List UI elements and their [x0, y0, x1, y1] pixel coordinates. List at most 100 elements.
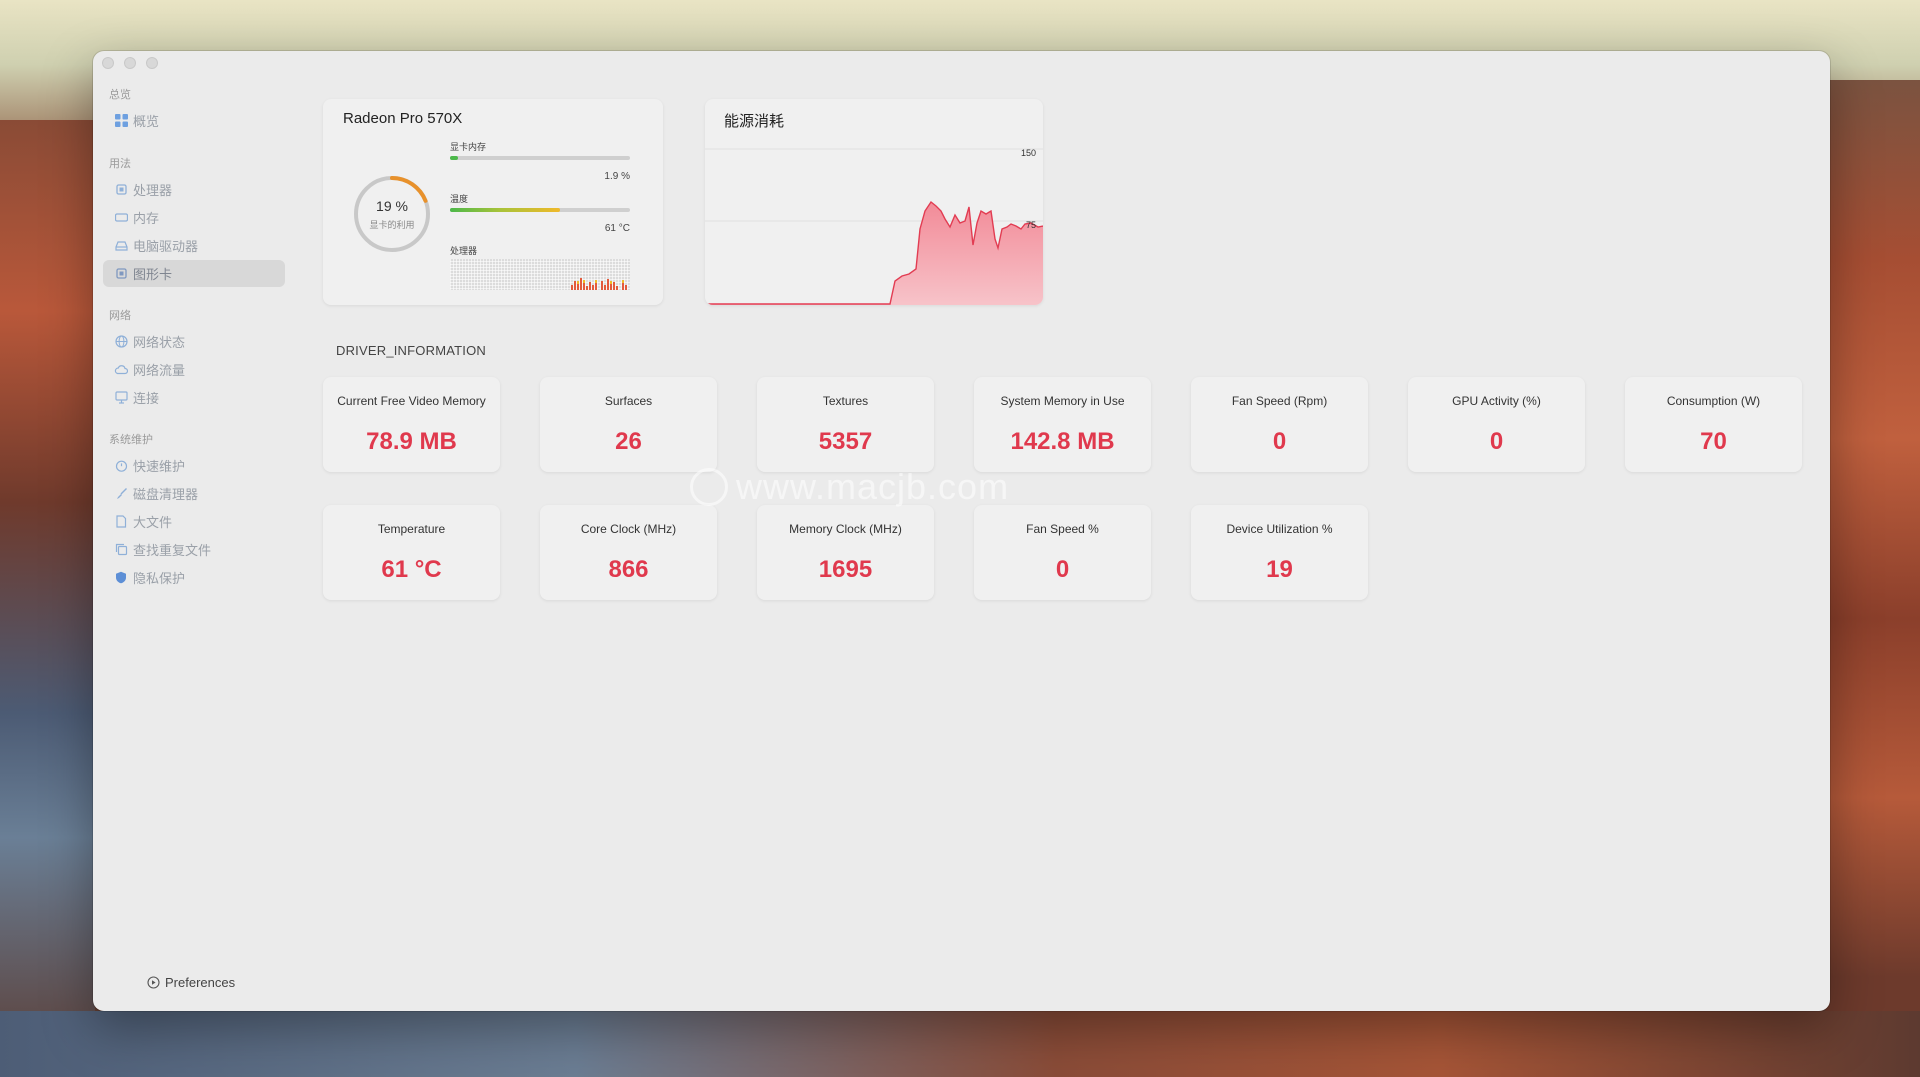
gpu-memory-bar-fill	[450, 156, 458, 160]
stat-label: Surfaces	[604, 393, 653, 408]
sidebar-item-disk-cleaner[interactable]: 磁盘清理器	[103, 480, 285, 507]
stat-value: 19	[1266, 556, 1293, 583]
stat-label: Memory Clock (MHz)	[789, 521, 902, 536]
sidebar-item-label: 图形卡	[133, 267, 173, 282]
file-icon	[113, 515, 129, 528]
sidebar-item-graphics-card[interactable]: 图形卡	[103, 260, 285, 287]
gpu-utilization-label: 显卡的利用	[369, 220, 415, 230]
gpu-processor-label: 处理器	[450, 246, 478, 256]
stat-card-system-memory: System Memory in Use 142.8 MB	[974, 377, 1151, 472]
stat-value: 866	[608, 556, 649, 583]
sidebar-item-connections[interactable]: 连接	[103, 384, 285, 411]
duplicate-icon	[113, 543, 129, 556]
stat-label: Temperature	[377, 521, 446, 536]
stat-label: Fan Speed (Rpm)	[1231, 393, 1328, 408]
energy-chart: 150 75	[705, 148, 1043, 305]
sidebar-item-quick-maintenance[interactable]: 快速维护	[103, 452, 285, 479]
stat-label: GPU Activity (%)	[1452, 393, 1541, 408]
gpu-icon	[113, 267, 129, 280]
energy-tick-high: 150	[1021, 148, 1036, 158]
stat-card-gpu-activity: GPU Activity (%) 0	[1408, 377, 1585, 472]
stat-label: Fan Speed %	[1026, 521, 1099, 536]
sidebar-item-overview[interactable]: 概览	[103, 107, 285, 134]
stat-label: Textures	[822, 393, 869, 408]
gpu-temperature-bar	[450, 208, 630, 212]
sidebar-section-overview: 总览	[109, 89, 131, 101]
sidebar-item-privacy[interactable]: 隐私保护	[103, 564, 285, 591]
driver-information-heading: DRIVER_INFORMATION	[336, 343, 486, 358]
preferences-icon	[147, 976, 160, 989]
stat-card-temperature: Temperature 61 °C	[323, 505, 500, 600]
sidebar-item-label: 处理器	[133, 183, 173, 198]
watermark-text: www.macjb.com	[736, 466, 1010, 507]
gpu-utilization-ring: 19 % 显卡的利用	[352, 174, 432, 254]
sidebar-item-network-traffic[interactable]: 网络流量	[103, 356, 285, 383]
sidebar-item-label: 查找重复文件	[133, 543, 212, 558]
stat-label: Consumption (W)	[1666, 393, 1761, 408]
sidebar-item-label: 网络流量	[133, 363, 186, 378]
stat-value: 142.8 MB	[1010, 428, 1115, 455]
gpu-temperature-bar-fill	[450, 208, 560, 212]
stat-value: 0	[1489, 428, 1504, 455]
gpu-memory-value: 1.9 %	[604, 171, 630, 182]
watermark: www.macjb.com	[690, 466, 1009, 508]
stat-value: 26	[615, 428, 642, 455]
memory-icon	[113, 211, 129, 224]
stat-card-fan-speed-percent: Fan Speed % 0	[974, 505, 1151, 600]
stat-value: 5357	[818, 428, 873, 455]
gpu-utilization-value: 19 %	[376, 198, 408, 214]
sidebar-section-maintenance: 系统维护	[109, 434, 153, 446]
preferences-button[interactable]: Preferences	[147, 975, 235, 990]
brush-icon	[113, 487, 129, 500]
sidebar-item-label: 大文件	[133, 515, 173, 530]
stat-value: 1695	[818, 556, 873, 583]
stat-label: Current Free Video Memory	[337, 393, 486, 408]
sidebar-item-label: 内存	[133, 211, 160, 226]
sidebar-item-label: 磁盘清理器	[133, 487, 199, 502]
watermark-logo-icon	[690, 468, 728, 506]
desktop-wallpaper-right	[1825, 80, 1920, 1077]
stat-card-consumption: Consumption (W) 70	[1625, 377, 1802, 472]
stat-card-surfaces: Surfaces 26	[540, 377, 717, 472]
gpu-temperature-value: 61 °C	[604, 223, 630, 234]
sidebar-item-label: 隐私保护	[133, 571, 186, 586]
stat-card-core-clock: Core Clock (MHz) 866	[540, 505, 717, 600]
sidebar-item-network-status[interactable]: 网络状态	[103, 328, 285, 355]
stat-value: 70	[1700, 428, 1727, 455]
gpu-memory-label: 显卡内存	[450, 142, 487, 152]
sidebar-item-label: 概览	[133, 114, 160, 129]
stat-card-device-utilization: Device Utilization % 19	[1191, 505, 1368, 600]
drive-icon	[113, 239, 129, 252]
stat-value: 0	[1272, 428, 1287, 455]
desktop-wallpaper-left	[0, 120, 95, 1077]
sidebar-item-label: 连接	[133, 391, 160, 406]
app-window: 总览 概览 用法 处理器 内存 电脑驱动器 图形卡 网络 网络状态 网络流量 连…	[93, 51, 1830, 1011]
stat-card-textures: Textures 5357	[757, 377, 934, 472]
stat-card-fan-speed-rpm: Fan Speed (Rpm) 0	[1191, 377, 1368, 472]
preferences-label: Preferences	[165, 975, 236, 990]
monitor-icon	[113, 391, 129, 404]
stat-value: 0	[1055, 556, 1070, 583]
gpu-memory-bar	[450, 156, 630, 160]
sidebar-item-label: 网络状态	[133, 335, 186, 350]
stat-label: System Memory in Use	[1000, 393, 1125, 408]
desktop-wallpaper-bottom	[0, 1011, 1920, 1077]
chip-icon	[113, 183, 129, 196]
sidebar-item-duplicate-files[interactable]: 查找重复文件	[103, 536, 285, 563]
sidebar-item-large-files[interactable]: 大文件	[103, 508, 285, 535]
sidebar-item-memory[interactable]: 内存	[103, 204, 285, 231]
stat-label: Core Clock (MHz)	[580, 521, 677, 536]
sidebar: 总览 概览 用法 处理器 内存 电脑驱动器 图形卡 网络 网络状态 网络流量 连…	[93, 51, 293, 1011]
sidebar-item-drives[interactable]: 电脑驱动器	[103, 232, 285, 259]
sidebar-item-processor[interactable]: 处理器	[103, 176, 285, 203]
sidebar-item-label: 快速维护	[133, 459, 186, 474]
stat-value: 78.9 MB	[366, 428, 457, 455]
stat-card-memory-clock: Memory Clock (MHz) 1695	[757, 505, 934, 600]
sidebar-section-network: 网络	[109, 310, 131, 322]
energy-consumption-card: 能源消耗 150 75	[705, 99, 1043, 305]
gpu-temperature-label: 温度	[450, 194, 469, 204]
shield-icon	[113, 571, 129, 584]
globe-icon	[113, 335, 129, 348]
gpu-processor-history	[450, 259, 630, 290]
gpu-name: Radeon Pro 570X	[343, 110, 463, 127]
